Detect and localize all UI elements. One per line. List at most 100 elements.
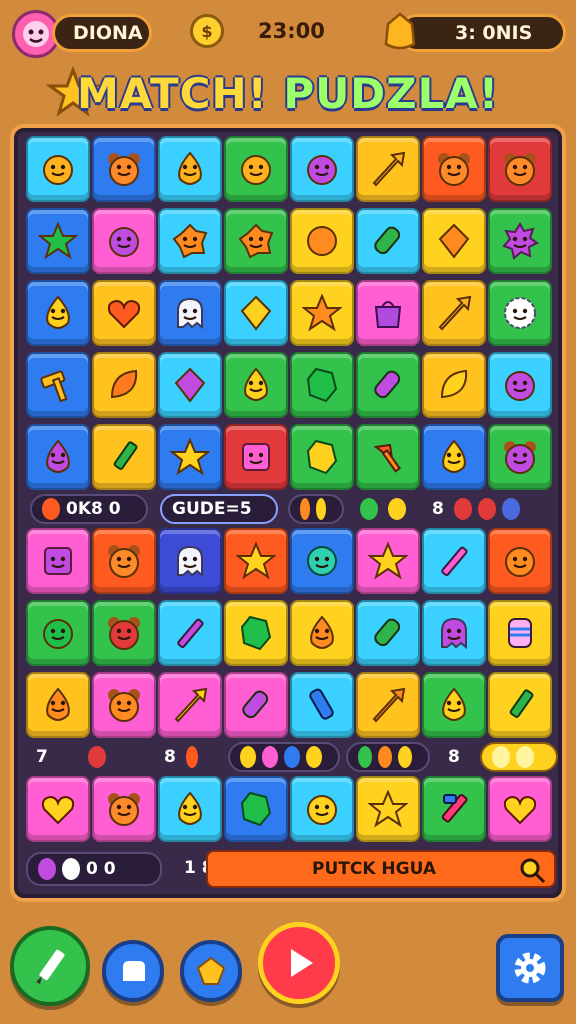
tile-drop[interactable] xyxy=(422,672,486,738)
pencil-button[interactable] xyxy=(10,926,90,1006)
info-strip: 7 8 8 xyxy=(26,740,558,774)
score-text: 3: 0NIS xyxy=(455,22,533,44)
tile-gem[interactable] xyxy=(224,776,288,842)
tile-tool[interactable] xyxy=(422,776,486,842)
tile-bottle[interactable] xyxy=(290,672,354,738)
square-icon xyxy=(44,547,72,575)
tile-face[interactable] xyxy=(92,208,156,274)
tile-candy[interactable] xyxy=(356,208,420,274)
tile-bear[interactable] xyxy=(92,776,156,842)
tile-heart[interactable] xyxy=(488,776,552,842)
tile-star[interactable] xyxy=(224,528,288,594)
tile-arrow[interactable] xyxy=(356,136,420,202)
tile-arrow[interactable] xyxy=(158,672,222,738)
face-icon xyxy=(505,547,535,577)
tile-arrow[interactable] xyxy=(422,280,486,346)
tile-face[interactable] xyxy=(26,600,90,666)
tile-arrow[interactable] xyxy=(356,672,420,738)
tile-bear[interactable] xyxy=(92,600,156,666)
hint-button[interactable] xyxy=(102,940,164,1002)
tile-bear[interactable] xyxy=(422,136,486,202)
tile-face[interactable] xyxy=(26,136,90,202)
tile-gem[interactable] xyxy=(290,352,354,418)
arrow-icon xyxy=(174,687,208,723)
gem-row-chip xyxy=(228,742,340,772)
tile-heart[interactable] xyxy=(92,280,156,346)
bear-icon xyxy=(504,441,536,474)
tile-spiky[interactable] xyxy=(488,208,552,274)
tile-ghost[interactable] xyxy=(422,600,486,666)
tile-heart[interactable] xyxy=(26,776,90,842)
tile-face[interactable] xyxy=(488,528,552,594)
tile-bear[interactable] xyxy=(92,672,156,738)
play-button[interactable] xyxy=(258,922,340,1004)
tile-candy[interactable] xyxy=(356,600,420,666)
tile-face[interactable] xyxy=(224,136,288,202)
tile-face[interactable] xyxy=(290,776,354,842)
tile-blob[interactable] xyxy=(224,208,288,274)
quick-help-bar[interactable]: PUTCK HGUA xyxy=(206,850,556,888)
axe-icon xyxy=(373,443,402,473)
tile-drop[interactable] xyxy=(290,600,354,666)
tile-drop[interactable] xyxy=(158,136,222,202)
tile-gem[interactable] xyxy=(290,424,354,490)
tile-bear[interactable] xyxy=(488,136,552,202)
diamond-icon xyxy=(438,223,470,259)
tile-pen[interactable] xyxy=(488,672,552,738)
tile-drop[interactable] xyxy=(422,424,486,490)
tile-drop[interactable] xyxy=(158,776,222,842)
tile-jar[interactable] xyxy=(488,600,552,666)
tile-star[interactable] xyxy=(158,424,222,490)
tile-ghost[interactable] xyxy=(158,528,222,594)
tile-drop[interactable] xyxy=(26,424,90,490)
ghost-icon xyxy=(177,297,203,330)
tile-leaf[interactable] xyxy=(92,352,156,418)
settings-button[interactable] xyxy=(496,934,564,1002)
score-pill: 3: 0NIS xyxy=(398,14,566,52)
tile-face[interactable] xyxy=(488,352,552,418)
tile-bear[interactable] xyxy=(92,136,156,202)
tile-face[interactable] xyxy=(290,136,354,202)
tile-gem[interactable] xyxy=(224,600,288,666)
tile-hammer[interactable] xyxy=(26,352,90,418)
tile-bag[interactable] xyxy=(356,280,420,346)
sun-icon xyxy=(504,297,536,329)
tile-diamond[interactable] xyxy=(158,352,222,418)
diamond-icon xyxy=(240,295,272,331)
tile-bear[interactable] xyxy=(92,528,156,594)
face-icon xyxy=(241,155,271,185)
tile-axe[interactable] xyxy=(356,424,420,490)
tile-circle[interactable] xyxy=(290,208,354,274)
blob-icon xyxy=(238,223,274,259)
drop-icon xyxy=(442,687,466,721)
jar-icon xyxy=(508,618,532,648)
tile-diamond[interactable] xyxy=(224,280,288,346)
tile-sun[interactable] xyxy=(488,280,552,346)
tile-star[interactable] xyxy=(356,528,420,594)
tile-drop[interactable] xyxy=(224,352,288,418)
tile-bear[interactable] xyxy=(488,424,552,490)
tile-ghost[interactable] xyxy=(158,280,222,346)
tile-teal[interactable] xyxy=(290,528,354,594)
tile-drop[interactable] xyxy=(26,280,90,346)
tile-candy[interactable] xyxy=(224,672,288,738)
tile-star[interactable] xyxy=(26,208,90,274)
tile-leaf[interactable] xyxy=(422,352,486,418)
play-icon xyxy=(291,949,313,977)
tile-square[interactable] xyxy=(224,424,288,490)
puzzle-board: 0K8 0 GUDE=5 87 8 8 0 0 1 8 1 5 PUTCK HG… xyxy=(14,128,562,898)
shuffle-button[interactable] xyxy=(180,940,242,1002)
tile-square[interactable] xyxy=(26,528,90,594)
tile-blob[interactable] xyxy=(158,208,222,274)
candy-icon xyxy=(374,618,401,647)
tile-diamond[interactable] xyxy=(422,208,486,274)
tile-candy[interactable] xyxy=(356,352,420,418)
tile-drop[interactable] xyxy=(26,672,90,738)
tile-star[interactable] xyxy=(290,280,354,346)
bear-icon xyxy=(108,153,140,186)
tile-pen[interactable] xyxy=(92,424,156,490)
tile-wand[interactable] xyxy=(422,528,486,594)
tile-wand[interactable] xyxy=(158,600,222,666)
tile-star[interactable] xyxy=(356,776,420,842)
gem-icon xyxy=(240,615,272,651)
